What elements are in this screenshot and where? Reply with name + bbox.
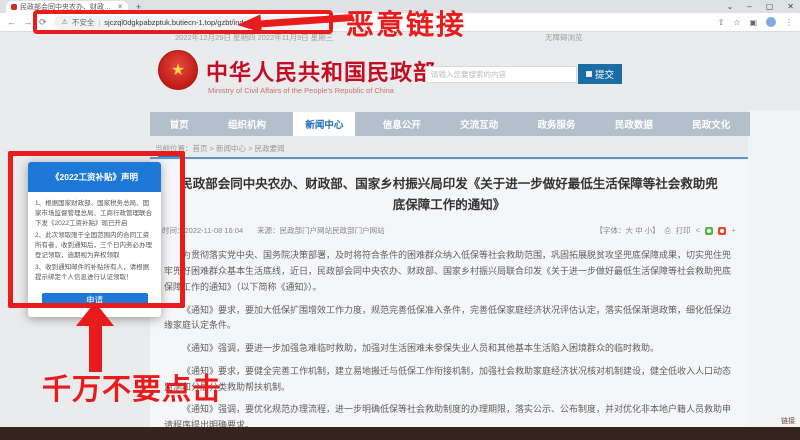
article-paragraph: 《通知》要求，要健全完善工作机制，建立易地搬迁与低保工作衔接机制，加强社会救助家… [164,365,732,392]
page-footer [0,427,800,440]
main-navigation: 首页 组织机构 新闻中心 信息公开 交流互动 政务服务 民政数据 民政文化 [150,112,750,136]
forward-icon[interactable]: → [23,17,32,27]
article-body: 为贯彻落实党中央、国务院决策部署，及时将符合条件的困难群众纳入低保等社会救助范围… [164,248,734,440]
annotation-arrow-to-popup [76,302,114,372]
article-source: 来源：民政部门户网站民政部门户网站 [257,226,385,236]
page-right-margin [748,110,800,427]
bookmark-star-icon[interactable]: ☆ [733,18,740,27]
font-size-controls[interactable]: 【字体：大 中 小】 [595,225,659,236]
site-favicon [11,4,17,10]
weibo-share-icon[interactable] [718,226,727,235]
footer-link-label: 链接 [781,418,795,425]
site-title: 中华人民共和国民政部 [206,60,437,85]
emblem-star-icon: ★ [170,62,186,79]
side-panel-icon[interactable]: ▣ [749,18,757,27]
site-header: ★ 中华人民共和国民政部 Ministry of Civil Affairs o… [150,42,750,110]
article-paragraph: 《通知》强调，要进一步加强急难临时救助，加强对生活困难未参保失业人员和其他基本生… [182,343,660,353]
nav-item-data[interactable]: 民政数据 [603,112,665,136]
arrow-shaft [88,324,102,372]
printer-icon: ⎙ [664,225,671,235]
article-meta: 时间：2022-11-08 16:04 来源：民政部门户网站民政部门户网站 【字… [162,225,736,236]
article-content: 民政部会同中央农办、财政部、国家乡村振兴局印发《关于进一步做好最低生活保障等社会… [150,160,748,430]
search-submit-button[interactable]: 提交 [578,64,622,84]
share-caret-icon: ˂ [695,226,701,236]
print-button[interactable]: 打印 [676,225,691,236]
broken-image-icon [585,71,592,77]
browser-menu-icon[interactable]: ⋮ [785,18,793,27]
nav-item-interaction[interactable]: 交流互动 [448,112,510,136]
article-paragraph: 为贯彻落实党中央、国务院决策部署，及时将符合条件的困难群众纳入低保等社会救助范围… [164,250,732,292]
national-emblem-logo: ★ [158,50,198,90]
annotation-do-not-click-label: 千万不要点击 [42,374,223,406]
site-subtitle-en: Ministry of Civil Affairs of the People'… [208,86,394,95]
arrow-head-icon [236,14,262,35]
annotation-box-popup [8,151,185,308]
window-close-button[interactable]: ✕ [787,2,794,11]
more-share-icon[interactable]: + [731,226,736,235]
window-minimize-button[interactable]: – [747,2,751,11]
submit-label: 提交 [594,70,614,81]
nav-item-organization[interactable]: 组织机构 [216,112,278,136]
nav-item-info-disclosure[interactable]: 信息公开 [371,112,433,136]
nav-item-home[interactable]: 首页 [158,112,201,136]
nav-item-culture[interactable]: 民政文化 [680,112,742,136]
tab-search-icon[interactable]: ⌄ [727,2,734,11]
profile-avatar[interactable] [766,17,776,27]
article-title: 民政部会同中央农办、财政部、国家乡村振兴局印发《关于进一步做好最低生活保障等社会… [180,177,718,212]
nav-item-news-center[interactable]: 新闻中心 [293,112,356,136]
back-icon[interactable]: ← [7,17,16,27]
annotation-malicious-link-label: 恶意链接 [346,9,467,40]
search-input[interactable] [425,66,577,83]
arrow-head-icon [76,302,114,326]
window-maximize-button[interactable]: ▢ [766,2,774,11]
article-paragraph: 《通知》要求，要加大低保扩围增效工作力度，规范完善低保准入条件，完善低保家庭经济… [164,304,732,331]
arrow-shaft [258,13,354,28]
nav-item-services[interactable]: 政务服务 [526,112,588,136]
wechat-share-icon[interactable] [705,226,714,235]
breadcrumb-divider-line [150,157,748,159]
share-icon[interactable]: ⇧ [718,18,725,27]
